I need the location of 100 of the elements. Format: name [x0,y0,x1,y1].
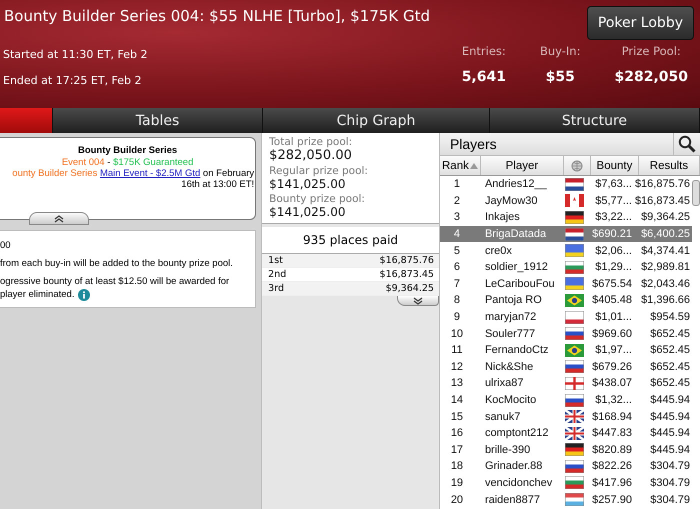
player-row[interactable]: 11 FernandoCtz $1,97... $652.45 [440,342,692,359]
flag-icon [565,260,584,274]
bounty-cell-text: $417.96 [591,476,633,489]
rank-cell-text: 11 [450,344,464,356]
pool-value: $141,025.00 [269,205,347,219]
detail-text: ogressive bounty of at least $12.50 will be awarded for [0,275,230,288]
tournament-title: Bounty Builder Series 004: $55 NLHE [Turbo], $175K Gtd [4,7,430,25]
bounty-cell-text: $679.26 [591,360,633,373]
rank-cell-text: 20 [450,494,464,506]
flag-icon [565,327,584,340]
tab[interactable]: Structure [490,108,700,133]
player-row[interactable]: 8 Pantoja RO $405.48 $1,396.66 [440,292,692,309]
detail-text: from each buy-in will be added to the bounty prize pool. [0,257,234,270]
result-cell-text: $16,873.45 [634,194,691,207]
tab[interactable]: Tables [53,108,263,133]
result-cell-text: $445.94 [649,410,691,423]
player-row[interactable]: 19 vencidonchev $417.96 $304.79 [440,474,692,492]
player-name: BrigaDatada [484,228,548,240]
result-cell-text: $16,875.76 [634,178,691,190]
player-name: JayMow30 [484,194,539,207]
payout-place: 1st [268,255,283,266]
flag-icon [565,376,584,390]
rank-cell-text: 13 [450,377,464,390]
rank-cell-text: 9 [452,311,461,324]
bounty-cell-text: $1,97... [594,344,633,356]
bounty-column-header[interactable]: Bounty [590,156,639,175]
collapse-tab[interactable] [29,212,89,225]
rank-column-header[interactable]: Rank [440,156,481,175]
payout-place: 2nd [268,269,286,280]
rank-cell-text: 14 [450,394,464,406]
chevrons-down-icon [412,296,423,304]
result-cell-text: $652.45 [649,328,691,340]
result-cell-text: $652.45 [649,377,691,390]
scrollbar[interactable] [692,180,700,206]
player-name: vencidonchev [484,476,554,489]
result-cell-text: $652.45 [649,344,691,356]
stat-value: $55 [546,69,575,85]
player-row[interactable]: 10 Souler777 $969.60 $652.45 [440,325,692,342]
expand-tab[interactable] [396,296,439,306]
flag-icon [565,360,584,374]
player-column-header[interactable]: Player [480,156,564,175]
bounty-cell-text: $2,06... [594,244,633,257]
pool-value: $282,050.00 [269,148,353,163]
player-row[interactable]: 4 BrigaDatada $690.21 $6,400.25 [440,226,692,242]
player-name: soldier_1912 [484,261,549,274]
player-row[interactable]: 16 comptont212 $447.83 $445.94 [440,424,692,442]
main-event-link[interactable]: Main Event - $2.5M Gtd [100,168,200,179]
flag-icon [565,344,584,357]
results-column-header[interactable]: Results [638,156,700,175]
event-line: Event 004 - $175K Guaranteed [60,157,194,168]
player-name: LeCaribouFou [484,278,556,290]
player-row[interactable]: 13 ulrixa87 $438.07 $652.45 [440,375,692,392]
player-row[interactable]: 18 Grinader.88 $822.26 $304.79 [440,458,692,475]
pool-label: Bounty prize pool: [269,193,366,205]
flag-icon [565,277,584,290]
result-cell-text: $1,396.66 [640,294,691,306]
bounty-cell-text: $5,77... [594,194,633,207]
globe-icon[interactable] [570,160,583,172]
payout-amount: $16,875.76 [380,255,434,266]
result-cell-text: $6,400.25 [640,228,691,240]
player-name: Inkajes [484,211,521,224]
player-row[interactable]: 12 Nick&She $679.26 $652.45 [440,358,692,376]
player-name: ulrixa87 [484,377,524,390]
player-row[interactable]: 3 Inkajes $3,22... $9,364.25 [440,209,692,226]
player-row[interactable]: 1 Andries12__ $7,63... $16,875.76 [440,176,692,193]
flag-icon [565,426,584,440]
player-row[interactable]: 2 JayMow30 $5,77... $16,873.45 [440,192,692,210]
player-row[interactable]: 6 soldier_1912 $1,29... $2,989.81 [440,258,692,276]
rank-cell-text: 19 [450,476,464,489]
search-icon [678,135,696,153]
tab[interactable]: Chip Graph [263,108,490,133]
player-name: Souler777 [484,328,536,340]
player-row[interactable]: 17 brille-390 $820.89 $445.94 [440,442,692,458]
player-row[interactable]: 7 LeCaribouFou $675.54 $2,043.46 [440,276,692,292]
bounty-cell-text: $405.48 [591,294,633,306]
result-cell-text: $304.79 [649,476,691,489]
stat-label: Buy-In: [540,44,580,58]
player-name: maryjan72 [484,311,538,324]
poker-lobby-button[interactable]: Poker Lobby [586,6,694,40]
pool-label: Regular prize pool: [269,165,369,177]
info-icon[interactable] [78,288,90,300]
result-cell-text: $652.45 [649,360,691,373]
bounty-cell-text: $7,63... [594,178,633,190]
player-row[interactable]: 9 maryjan72 $1,01... $954.59 [440,308,692,326]
result-cell-text: $445.94 [649,427,691,440]
flag-icon [565,394,584,407]
payout-place: 3rd [268,283,284,294]
player-row[interactable]: 5 cre0x $2,06... $4,374.41 [440,242,692,259]
flag-icon [565,294,584,307]
bounty-cell-text: $822.26 [591,460,633,472]
player-row[interactable]: 14 KocMocito $1,32... $445.94 [440,392,692,408]
sort-up-icon [470,162,478,168]
result-cell-text: $9,364.25 [640,211,691,224]
player-row[interactable]: 15 sanuk7 $168.94 $445.94 [440,408,692,425]
player-row[interactable]: 20 raiden8877 $257.90 $304.79 [440,491,692,508]
promo-text: ounty Builder Series Main Event - $2.5M Gtd on February 16th at 13:00 ET! [11,168,256,190]
rank-cell-text: 15 [450,410,464,423]
flag-icon [565,244,584,258]
players-title: Players [448,136,497,152]
series-title: Bounty Builder Series [76,145,178,156]
